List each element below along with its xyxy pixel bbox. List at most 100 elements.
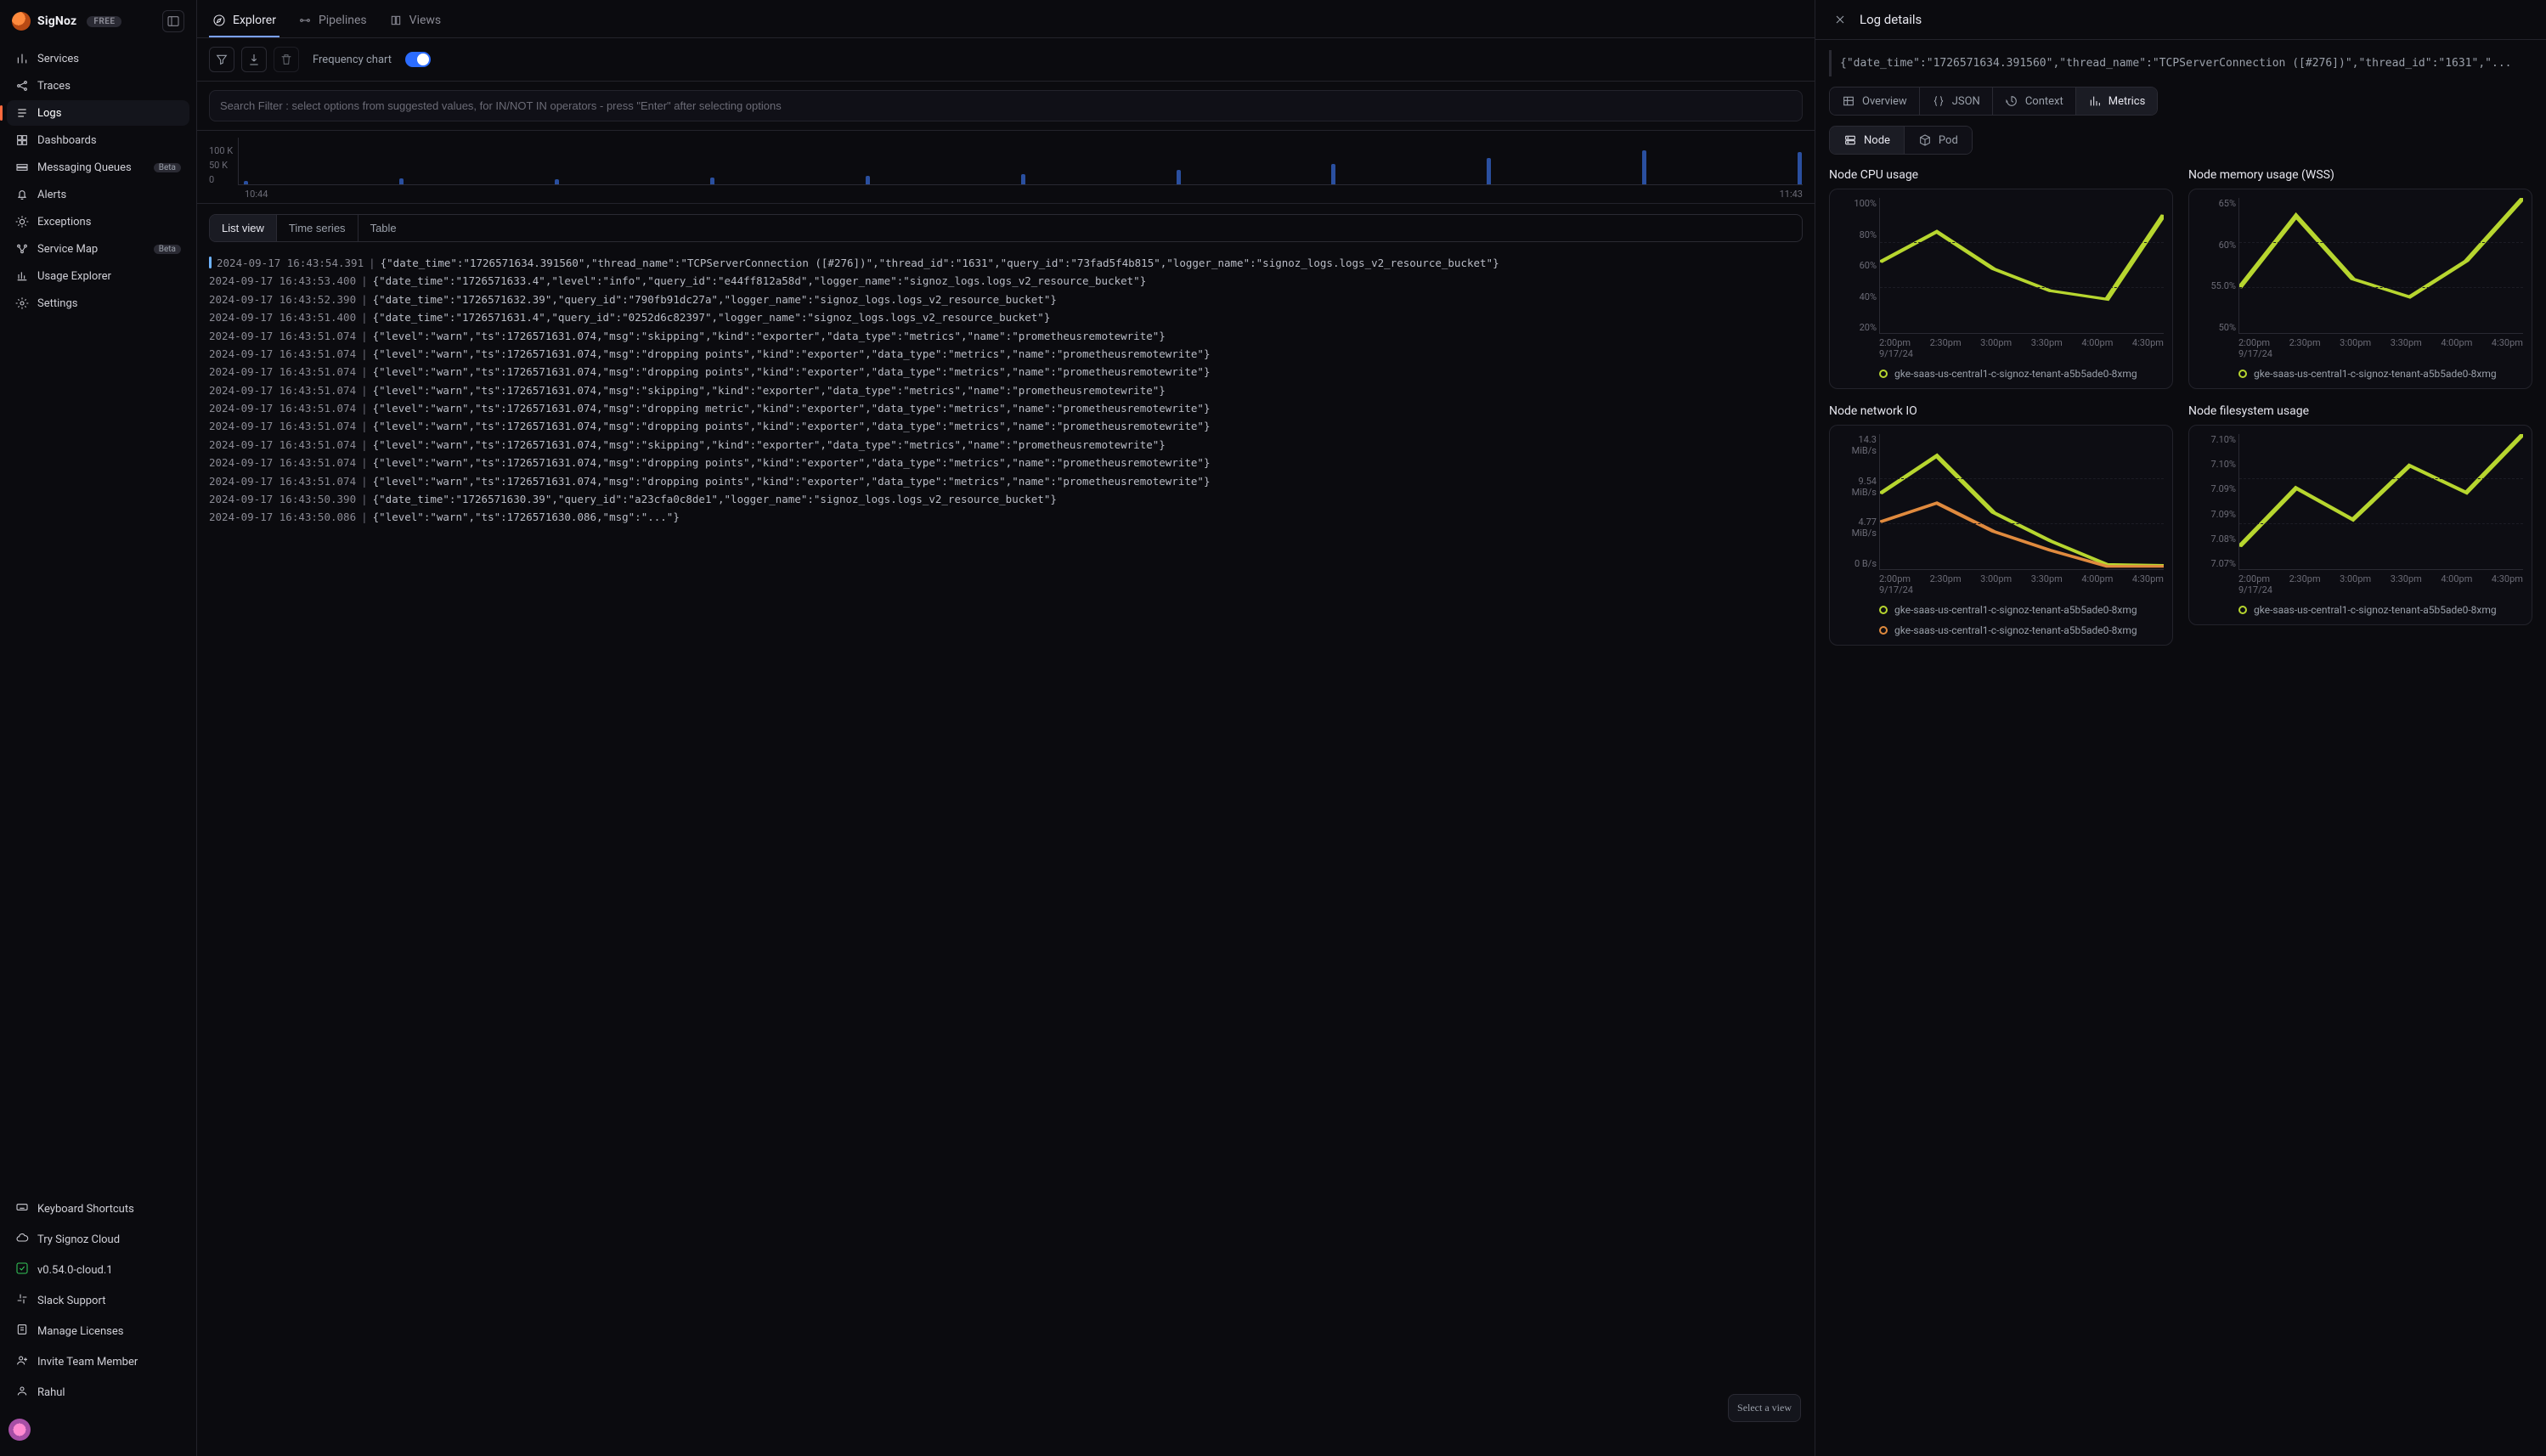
x-date: 9/17/24 [2238,348,2523,359]
metric-plot[interactable]: 14.3 MiB/s9.54 MiB/s4.77 MiB/s0 B/s [1879,434,2164,570]
details-tab-json[interactable]: JSON [1920,87,1993,115]
filter-icon-button[interactable] [209,47,234,72]
frequency-bar [710,178,714,184]
log-line[interactable]: 2024-09-17 16:43:54.391|{"date_time":"17… [209,254,1803,272]
sidebar-item-logs[interactable]: Logs [7,100,189,126]
tier-badge: FREE [87,16,121,27]
log-line[interactable]: 2024-09-17 16:43:51.074|{"level":"warn",… [209,381,1803,399]
log-line[interactable]: 2024-09-17 16:43:51.074|{"level":"warn",… [209,417,1803,435]
close-icon [1833,13,1847,26]
sidebar-footer: Keyboard ShortcutsTry Signoz Cloudv0.54.… [0,1188,196,1414]
metric-plot[interactable]: 7.10%7.10%7.09%7.09%7.08%7.07% [2238,434,2523,570]
metric-plot[interactable]: 65%60%55.0%50% [2238,198,2523,334]
tab-views[interactable]: Views [386,7,445,37]
log-line[interactable]: 2024-09-17 16:43:50.390|{"date_time":"17… [209,490,1803,508]
footer-item-slack-support[interactable]: Slack Support [7,1286,189,1315]
tab-label: Pipelines [319,14,367,27]
sidebar-item-dashboards[interactable]: Dashboards [7,127,189,153]
braces-icon [1932,94,1945,108]
sidebar-item-traces[interactable]: Traces [7,73,189,99]
scope-tab-pod[interactable]: Pod [1905,127,1972,154]
logs-list[interactable]: 2024-09-17 16:43:54.391|{"date_time":"17… [197,249,1815,1456]
metric-card-body: 100%80%60%40%20% 2:00pm2:30pm3:00pm3:30p… [1829,189,2173,389]
x-tick: 3:00pm [2340,337,2371,348]
log-line[interactable]: 2024-09-17 16:43:51.074|{"level":"warn",… [209,399,1803,417]
log-timestamp: 2024-09-17 16:43:51.074 [209,402,356,415]
y-axis: 14.3 MiB/s9.54 MiB/s4.77 MiB/s0 B/s [1838,434,1877,569]
close-button[interactable] [1829,8,1851,31]
sidebar-item-exceptions[interactable]: Exceptions [7,209,189,234]
scope-tab-node[interactable]: Node [1830,127,1905,154]
sparkline [1880,198,2164,333]
y-tick: 40% [1838,291,1877,302]
view-tab-list-view[interactable]: List view [210,215,277,241]
frequency-chart-toggle[interactable] [405,52,431,67]
sidebar-item-settings[interactable]: Settings [7,291,189,316]
y-tick: 65% [2197,198,2236,209]
sidebar-item-services[interactable]: Services [7,46,189,71]
frequency-bar [1798,152,1802,184]
footer-item-rahul[interactable]: Rahul [7,1378,189,1407]
footer-item-label: Slack Support [37,1295,105,1307]
metric-plot[interactable]: 100%80%60%40%20% [1879,198,2164,334]
details-tab-overview[interactable]: Overview [1830,87,1920,115]
search-filter-input[interactable] [209,90,1803,121]
view-tab-time-series[interactable]: Time series [277,215,358,241]
log-line[interactable]: 2024-09-17 16:43:51.400|{"date_time":"17… [209,308,1803,326]
tab-pipelines[interactable]: Pipelines [295,7,370,37]
log-timestamp: 2024-09-17 16:43:53.400 [209,274,356,287]
log-body: {"date_time":"1726571632.39","query_id":… [373,293,1057,306]
x-tick: 4:30pm [2492,573,2523,584]
share-icon [15,79,29,93]
log-line[interactable]: 2024-09-17 16:43:51.074|{"level":"warn",… [209,363,1803,381]
sidebar-item-label: Traces [37,80,71,93]
x-tick: 3:30pm [2031,573,2063,584]
footer-item-try-signoz-cloud[interactable]: Try Signoz Cloud [7,1225,189,1254]
sidebar-item-alerts[interactable]: Alerts [7,182,189,207]
tab-explorer[interactable]: Explorer [209,7,279,37]
user-icon [15,1384,29,1397]
x-tick: 3:00pm [1980,337,2012,348]
sidebar-item-messaging-queues[interactable]: Messaging QueuesBeta [7,155,189,180]
footer-item-keyboard-shortcuts[interactable]: Keyboard Shortcuts [7,1194,189,1223]
log-line[interactable]: 2024-09-17 16:43:51.074|{"level":"warn",… [209,327,1803,345]
footer-item-invite-team-member[interactable]: Invite Team Member [7,1347,189,1376]
legend-text: gke-saas-us-central1-c-signoz-tenant-a5b… [2254,368,2497,380]
sidebar-item-service-map[interactable]: Service MapBeta [7,236,189,262]
footer-item-manage-licenses[interactable]: Manage Licenses [7,1317,189,1346]
x-tick: 4:00pm [2441,573,2472,584]
sidebar-item-usage-explorer[interactable]: Usage Explorer [7,263,189,289]
log-line[interactable]: 2024-09-17 16:43:52.390|{"date_time":"17… [209,291,1803,308]
log-line[interactable]: 2024-09-17 16:43:51.074|{"level":"warn",… [209,454,1803,471]
log-line[interactable]: 2024-09-17 16:43:53.400|{"date_time":"17… [209,272,1803,290]
log-line[interactable]: 2024-09-17 16:43:51.074|{"level":"warn",… [209,345,1803,363]
brand: SigNoz FREE [0,0,196,41]
y-tick: 4.77 MiB/s [1838,516,1877,539]
frequency-chart-label: Frequency chart [313,54,392,66]
sidebar-collapse-button[interactable] [162,10,184,32]
pipeline-icon [298,14,312,27]
download-icon-button[interactable] [241,47,267,72]
select-view-badge[interactable]: Select a view [1728,1394,1801,1422]
details-tab-metrics[interactable]: Metrics [2076,87,2158,115]
y-axis: 7.10%7.10%7.09%7.09%7.08%7.07% [2197,434,2236,569]
view-tab-table[interactable]: Table [358,215,409,241]
details-tab-context[interactable]: Context [1993,87,2076,115]
log-line[interactable]: 2024-09-17 16:43:51.074|{"level":"warn",… [209,472,1803,490]
bell-icon [15,188,29,201]
filter-bar [197,82,1815,131]
sidebar-item-label: Service Map [37,243,98,256]
log-line[interactable]: 2024-09-17 16:43:50.086|{"level":"warn",… [209,508,1803,526]
trash-icon-button[interactable] [274,47,299,72]
log-body: {"level":"warn","ts":1726571631.074,"msg… [373,475,1211,488]
log-line[interactable]: 2024-09-17 16:43:51.074|{"level":"warn",… [209,436,1803,454]
metric-card: Node network IO 14.3 MiB/s9.54 MiB/s4.77… [1829,404,2173,646]
details-tab-label: Overview [1862,95,1907,108]
log-body: {"level":"warn","ts":1726571631.074,"msg… [373,384,1166,397]
y-tick: 100 K [209,145,233,156]
log-body: {"date_time":"1726571630.39","query_id":… [373,493,1057,505]
frequency-chart-plot[interactable] [238,138,1803,185]
log-body: {"level":"warn","ts":1726571631.074,"msg… [373,330,1166,342]
footer-item-v0-54-0-cloud-1[interactable]: v0.54.0-cloud.1 [7,1256,189,1284]
sparkline [1880,434,2164,569]
